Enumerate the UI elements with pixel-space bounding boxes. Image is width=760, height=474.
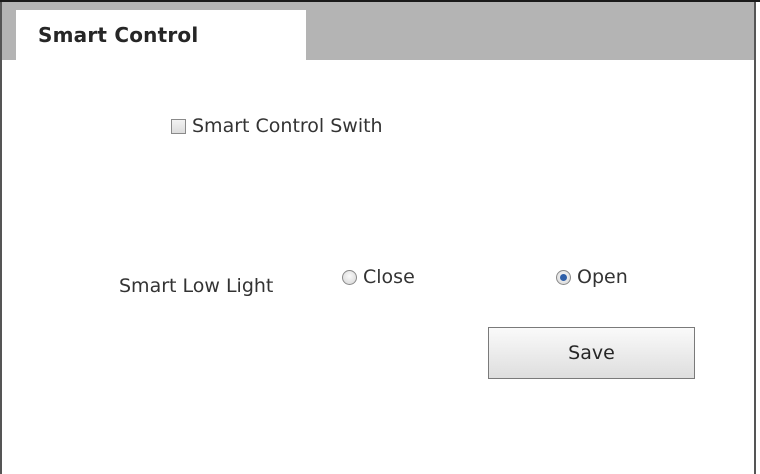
low-light-open-radio[interactable] <box>556 269 571 285</box>
tab-smart-control[interactable]: Smart Control <box>16 10 306 60</box>
low-light-open-option[interactable]: Open <box>556 266 628 288</box>
smart-control-switch-label[interactable]: Smart Control Swith <box>192 115 383 137</box>
low-light-close-label[interactable]: Close <box>363 266 415 288</box>
low-light-close-option[interactable]: Close <box>342 266 415 288</box>
tab-bar: Smart Control <box>2 2 754 60</box>
low-light-open-label[interactable]: Open <box>577 266 628 288</box>
smart-control-switch-row: Smart Control Swith <box>171 115 383 137</box>
low-light-close-radio[interactable] <box>342 269 357 285</box>
smart-low-light-label: Smart Low Light <box>119 275 274 297</box>
smart-control-panel: Smart Control Smart Control Swith Smart … <box>0 2 756 474</box>
save-button[interactable]: Save <box>488 327 695 379</box>
tab-smart-control-label: Smart Control <box>38 23 199 47</box>
smart-control-switch-checkbox[interactable] <box>171 118 186 134</box>
